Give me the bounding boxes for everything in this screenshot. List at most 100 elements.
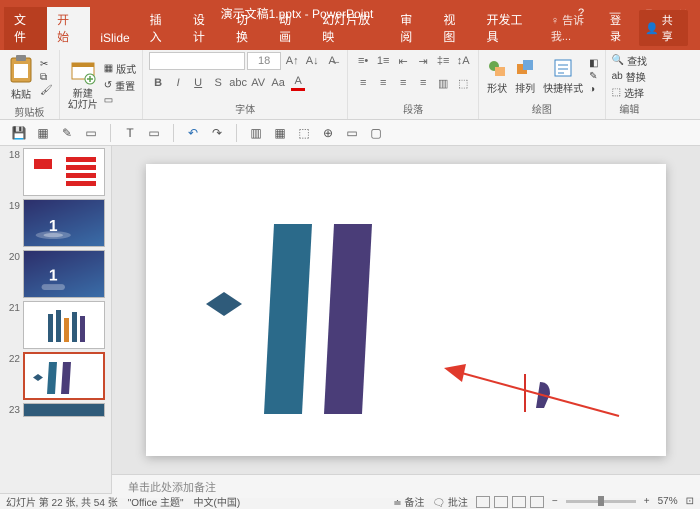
thumb-23[interactable]: [23, 403, 105, 417]
shape-bar-purple[interactable]: [324, 224, 372, 414]
shape-diamond[interactable]: [206, 292, 242, 316]
slide-canvas[interactable]: [112, 146, 700, 474]
tab-animation[interactable]: 动画: [269, 7, 312, 50]
tab-file[interactable]: 文件: [4, 7, 47, 50]
layout-button[interactable]: ▦版式: [104, 61, 136, 76]
group-slides: 新建 幻灯片 ▦版式 ↺重置 ▭: [60, 50, 143, 119]
qat-btn[interactable]: ⬚: [295, 124, 313, 142]
replace-icon: ab: [612, 71, 623, 82]
align-left-button[interactable]: ≡: [354, 74, 372, 92]
font-color-button[interactable]: A: [289, 74, 307, 92]
thumb-19[interactable]: 1: [23, 199, 105, 247]
clear-format-button[interactable]: A̶: [323, 52, 341, 70]
tab-view[interactable]: 视图: [433, 7, 476, 50]
qat-btn[interactable]: ✎: [58, 124, 76, 142]
shape-bar-teal[interactable]: [264, 224, 312, 414]
language-indicator[interactable]: 中文(中国): [194, 494, 241, 509]
slide[interactable]: [146, 164, 666, 456]
copy-icon: ⧉: [40, 72, 47, 83]
thumbnail-panel[interactable]: 18 19 1 20 1 21 22 23: [0, 146, 112, 493]
shrink-font-button[interactable]: A↓: [303, 52, 321, 70]
undo-button[interactable]: ↶: [184, 124, 202, 142]
smartart-button[interactable]: ⬚: [454, 74, 472, 92]
thumb-20[interactable]: 1: [23, 250, 105, 298]
shadow-button[interactable]: abc: [229, 74, 247, 92]
redo-button[interactable]: ↷: [208, 124, 226, 142]
comments-toggle[interactable]: 🗨 批注: [432, 494, 467, 509]
save-button[interactable]: 💾: [10, 124, 28, 142]
justify-button[interactable]: ≡: [414, 74, 432, 92]
zoom-slider[interactable]: [566, 500, 636, 503]
qat-btn[interactable]: ▦: [34, 124, 52, 142]
columns-button[interactable]: ▥: [434, 74, 452, 92]
login-link[interactable]: 登录: [610, 12, 631, 44]
group-editing: 🔍查找 ab替换 ⬚选择 编辑: [606, 50, 653, 119]
qat-btn[interactable]: T: [121, 124, 139, 142]
qat-btn[interactable]: ▭: [82, 124, 100, 142]
italic-button[interactable]: I: [169, 74, 187, 92]
group-label: 剪贴板: [14, 103, 44, 120]
tab-insert[interactable]: 插入: [140, 7, 183, 50]
brush-icon: 🖌: [40, 85, 53, 96]
fit-button[interactable]: ⊡: [686, 496, 694, 507]
thumb-21[interactable]: [23, 301, 105, 349]
case-button[interactable]: Aa: [269, 74, 287, 92]
paste-button[interactable]: 粘贴: [6, 52, 36, 103]
numbering-button[interactable]: 1≡: [374, 52, 392, 70]
align-right-button[interactable]: ≡: [394, 74, 412, 92]
shape-effects-button[interactable]: ◑: [589, 84, 598, 95]
shape-fill-button[interactable]: ◧: [589, 58, 598, 69]
qat-btn[interactable]: ▭: [343, 124, 361, 142]
notes-toggle[interactable]: ≐ 备注: [393, 494, 424, 509]
select-button[interactable]: ⬚选择: [612, 85, 647, 100]
cut-button[interactable]: ✂: [40, 59, 53, 70]
replace-button[interactable]: ab替换: [612, 69, 647, 84]
quick-styles-button[interactable]: 快捷样式: [541, 56, 585, 97]
bullets-button[interactable]: ≡•: [354, 52, 372, 70]
font-name-combo[interactable]: [149, 52, 245, 70]
tellme-box[interactable]: ♀ 告诉我...: [551, 12, 602, 44]
copy-button[interactable]: ⧉: [40, 72, 53, 83]
strike-button[interactable]: S: [209, 74, 227, 92]
tab-design[interactable]: 设计: [183, 7, 226, 50]
underline-button[interactable]: U: [189, 74, 207, 92]
line-spacing-button[interactable]: ‡≡: [434, 52, 452, 70]
group-paragraph: ≡• 1≡ ⇤ ⇥ ‡≡ ↕A ≡ ≡ ≡ ≡ ▥ ⬚ 段落: [348, 50, 479, 119]
shapes-button[interactable]: 形状: [485, 56, 509, 97]
qat-btn[interactable]: ⊕: [319, 124, 337, 142]
new-slide-button[interactable]: 新建 幻灯片: [66, 55, 100, 113]
search-icon: 🔍: [612, 55, 624, 66]
reset-button[interactable]: ↺重置: [104, 78, 136, 93]
align-center-button[interactable]: ≡: [374, 74, 392, 92]
tab-islide[interactable]: iSlide: [90, 27, 139, 50]
thumb-18[interactable]: [23, 148, 105, 196]
thumb-22[interactable]: [23, 352, 105, 400]
view-buttons[interactable]: [476, 496, 544, 508]
tab-slideshow[interactable]: 幻灯片放映: [312, 7, 390, 50]
qat-btn[interactable]: ▢: [367, 124, 385, 142]
bold-button[interactable]: B: [149, 74, 167, 92]
tab-developer[interactable]: 开发工具: [477, 7, 543, 50]
tab-review[interactable]: 审阅: [390, 7, 433, 50]
zoom-in-button[interactable]: +: [644, 496, 650, 507]
font-size-combo[interactable]: 18: [247, 52, 281, 70]
qat-btn[interactable]: ▦: [271, 124, 289, 142]
zoom-out-button[interactable]: −: [552, 496, 558, 507]
qat-btn[interactable]: ▭: [145, 124, 163, 142]
indent-inc-button[interactable]: ⇥: [414, 52, 432, 70]
grow-font-button[interactable]: A↑: [283, 52, 301, 70]
share-button[interactable]: 👤共享: [639, 10, 688, 46]
qat-btn[interactable]: ▥: [247, 124, 265, 142]
format-painter-button[interactable]: 🖌: [40, 85, 53, 96]
tab-transition[interactable]: 切换: [226, 7, 269, 50]
section-button[interactable]: ▭: [104, 95, 136, 106]
tab-home[interactable]: 开始: [47, 7, 90, 50]
font-color-swatch: [291, 88, 305, 91]
arrange-button[interactable]: 排列: [513, 56, 537, 97]
text-direction-button[interactable]: ↕A: [454, 52, 472, 70]
shape-outline-button[interactable]: ✎: [589, 71, 598, 82]
indent-dec-button[interactable]: ⇤: [394, 52, 412, 70]
find-button[interactable]: 🔍查找: [612, 53, 647, 68]
spacing-button[interactable]: AV: [249, 74, 267, 92]
zoom-level[interactable]: 57%: [658, 496, 678, 507]
